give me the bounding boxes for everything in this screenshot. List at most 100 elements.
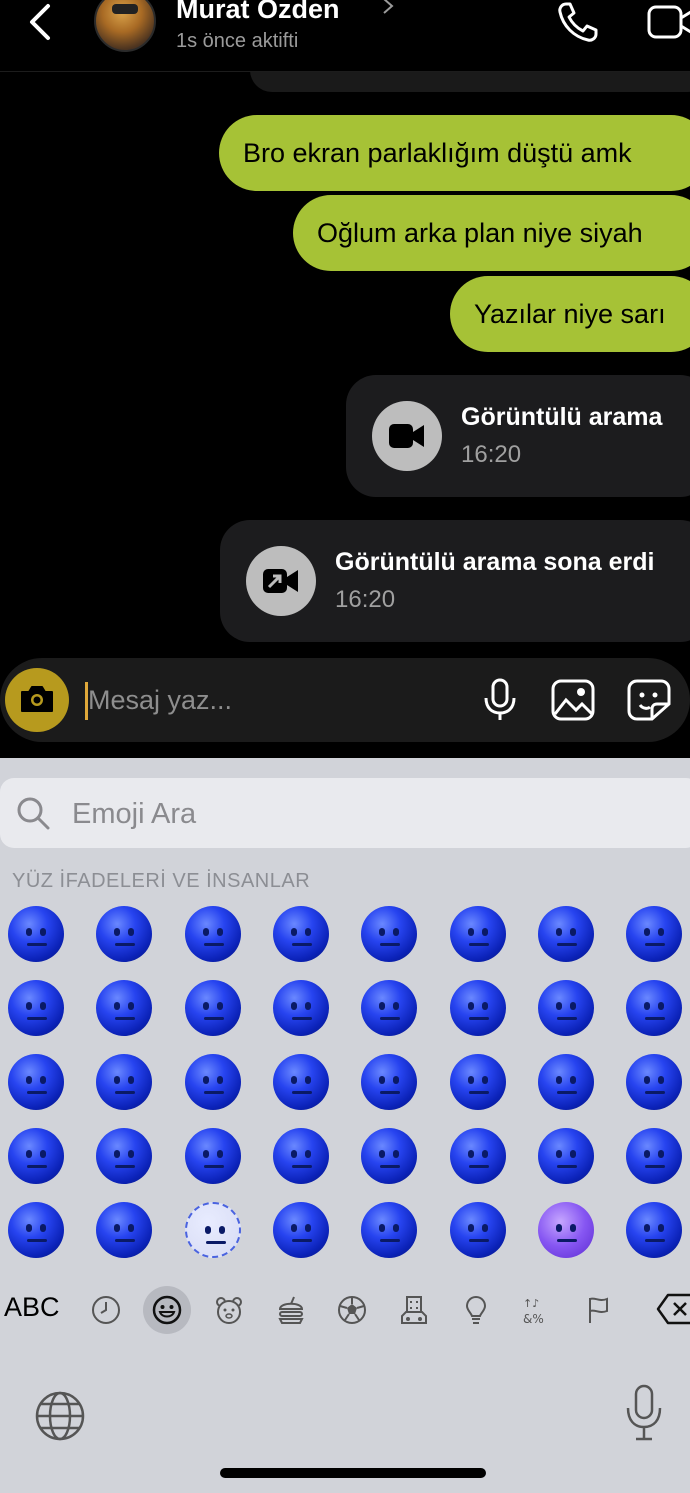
emoji-key[interactable]	[448, 978, 508, 1038]
emoji-key[interactable]	[183, 904, 243, 964]
emoji-key[interactable]	[536, 1126, 596, 1186]
emoji-face	[537, 1202, 594, 1258]
emoji-key[interactable]	[271, 1052, 331, 1112]
objects-emoji-tab[interactable]	[452, 1286, 500, 1334]
emoji-key[interactable]	[448, 1126, 508, 1186]
emoji-key[interactable]	[536, 978, 596, 1038]
camera-button[interactable]	[5, 668, 69, 732]
emoji-key[interactable]	[94, 1052, 154, 1112]
emoji-key[interactable]	[536, 1200, 596, 1260]
emoji-face	[537, 906, 594, 962]
smileys-emoji-tab[interactable]	[143, 1286, 191, 1334]
symbols-emoji-tab[interactable]: ↑♪ &%	[513, 1286, 561, 1334]
emoji-key[interactable]	[183, 978, 243, 1038]
contact-status: 1s önce aktifti	[176, 30, 299, 52]
contact-name[interactable]: Murat Özden	[176, 0, 340, 25]
back-chevron-icon[interactable]	[22, 2, 62, 42]
emoji-key[interactable]	[183, 1052, 243, 1112]
emoji-face	[8, 1202, 64, 1258]
emoji-key[interactable]	[94, 904, 154, 964]
flags-emoji-tab[interactable]	[575, 1286, 623, 1334]
emoji-face	[449, 980, 506, 1036]
emoji-key[interactable]	[624, 1052, 684, 1112]
call-time: 16:20	[461, 441, 522, 468]
emoji-key[interactable]	[94, 1126, 154, 1186]
food-emoji-tab[interactable]	[267, 1286, 315, 1334]
video-camera-icon	[372, 401, 442, 471]
message-bubble[interactable]: Yazılar niye sarı	[450, 276, 690, 352]
emoji-key[interactable]	[183, 1200, 243, 1260]
emoji-key[interactable]	[6, 1052, 66, 1112]
video-call-message[interactable]: Görüntülü arama 16:20	[346, 375, 690, 497]
flag-icon	[589, 1297, 608, 1323]
emoji-key[interactable]	[271, 904, 331, 964]
emoji-face	[361, 1054, 418, 1110]
emoji-face	[184, 1054, 241, 1110]
emoji-face	[361, 906, 418, 962]
emoji-key[interactable]	[359, 1200, 419, 1260]
video-call-ended-message[interactable]: Görüntülü arama sona erdi 16:20	[220, 520, 690, 642]
message-bubble[interactable]: Oğlum arka plan niye siyah	[293, 195, 690, 271]
recent-emoji-tab[interactable]	[82, 1286, 130, 1334]
message-bubble[interactable]: Bro ekran parlaklığım düştü amk	[219, 115, 690, 191]
emoji-key[interactable]	[359, 904, 419, 964]
emoji-key[interactable]	[624, 978, 684, 1038]
emoji-face	[96, 906, 153, 962]
activity-emoji-tab[interactable]	[328, 1286, 376, 1334]
emoji-key[interactable]	[624, 1200, 684, 1260]
emoji-face	[449, 906, 506, 962]
emoji-key[interactable]	[271, 1200, 331, 1260]
phone-icon[interactable]	[556, 0, 600, 44]
emoji-key[interactable]	[94, 978, 154, 1038]
backspace-icon[interactable]	[656, 1292, 690, 1326]
emoji-key[interactable]	[448, 1052, 508, 1112]
emoji-key[interactable]	[359, 1052, 419, 1112]
emoji-key[interactable]	[448, 904, 508, 964]
abc-keyboard-button[interactable]: ABC	[4, 1292, 60, 1323]
emoji-face	[184, 980, 241, 1036]
lightbulb-icon	[465, 1295, 487, 1324]
emoji-face	[8, 1054, 64, 1110]
emoji-key[interactable]	[624, 1126, 684, 1186]
emoji-face	[626, 980, 683, 1036]
message-text: Bro ekran parlaklığım düştü amk	[243, 138, 632, 168]
animals-emoji-tab[interactable]	[205, 1286, 253, 1334]
emoji-face	[449, 1128, 506, 1184]
emoji-key[interactable]	[624, 904, 684, 964]
emoji-key[interactable]	[271, 1126, 331, 1186]
travel-emoji-tab[interactable]	[390, 1286, 438, 1334]
emoji-key[interactable]	[448, 1200, 508, 1260]
chevron-right-icon[interactable]	[381, 0, 395, 16]
sticker-icon[interactable]	[626, 678, 672, 722]
emoji-key[interactable]	[271, 978, 331, 1038]
emoji-key[interactable]	[359, 1126, 419, 1186]
emoji-search-input[interactable]	[72, 794, 572, 834]
contact-avatar[interactable]	[94, 0, 156, 52]
video-camera-icon[interactable]	[646, 4, 690, 40]
emoji-key[interactable]	[6, 978, 66, 1038]
call-title: Görüntülü arama	[461, 403, 663, 431]
emoji-category-bar: ABC ↑♪ &%	[0, 1280, 690, 1340]
emoji-face	[272, 1054, 329, 1110]
bear-icon	[216, 1297, 242, 1324]
globe-icon[interactable]	[34, 1390, 86, 1442]
emoji-key[interactable]	[6, 1126, 66, 1186]
gallery-icon[interactable]	[550, 678, 596, 722]
emoji-key[interactable]	[6, 904, 66, 964]
emoji-key[interactable]	[536, 1052, 596, 1112]
emoji-key[interactable]	[536, 904, 596, 964]
emoji-key[interactable]	[6, 1200, 66, 1260]
emoji-face	[272, 1128, 329, 1184]
emoji-key[interactable]	[183, 1126, 243, 1186]
emoji-key[interactable]	[94, 1200, 154, 1260]
camera-icon	[21, 686, 53, 712]
dictation-microphone-icon[interactable]	[624, 1384, 664, 1442]
building-car-icon	[401, 1296, 427, 1324]
emoji-face	[626, 1128, 683, 1184]
message-input[interactable]	[88, 680, 468, 720]
emoji-key[interactable]	[359, 978, 419, 1038]
emoji-face	[361, 980, 418, 1036]
microphone-icon[interactable]	[482, 678, 518, 722]
emoji-search-bar[interactable]	[0, 778, 690, 848]
emoji-face	[96, 980, 153, 1036]
